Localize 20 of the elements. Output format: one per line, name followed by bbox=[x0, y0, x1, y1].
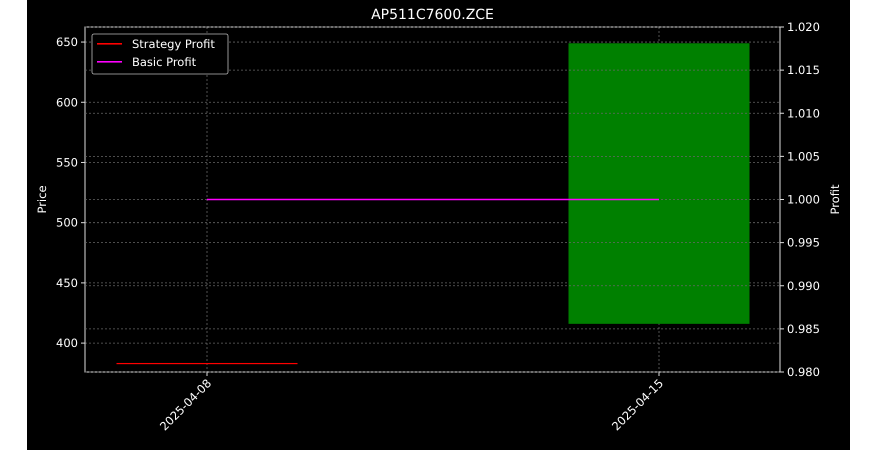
y-tick-label: 600 bbox=[56, 95, 78, 110]
y-tick-label: 450 bbox=[56, 276, 78, 290]
y-tick-label: 0.985 bbox=[787, 322, 820, 336]
y-tick-label: 0.995 bbox=[787, 236, 820, 250]
y-tick-label: 0.990 bbox=[787, 278, 820, 293]
y-tick-label: 650 bbox=[56, 35, 78, 50]
y-tick-label: 1.000 bbox=[787, 192, 820, 206]
y-axis-label: Profit bbox=[828, 184, 842, 214]
chart-title: AP511C7600.ZCE bbox=[371, 7, 494, 23]
y-axis-label: Price bbox=[35, 185, 49, 214]
y-tick-label: 1.005 bbox=[787, 149, 820, 164]
legend-label: Basic Profit bbox=[132, 55, 196, 69]
y-tick-label: 0.980 bbox=[787, 365, 820, 379]
legend-label: Strategy Profit bbox=[132, 37, 215, 51]
y-tick-label: 1.010 bbox=[787, 106, 820, 120]
y-tick-label: 500 bbox=[56, 216, 78, 230]
y-tick-label: 1.020 bbox=[787, 20, 820, 34]
y-tick-label: 400 bbox=[56, 336, 78, 350]
y-tick-label: 550 bbox=[56, 155, 78, 170]
y-tick-label: 1.015 bbox=[787, 63, 820, 78]
